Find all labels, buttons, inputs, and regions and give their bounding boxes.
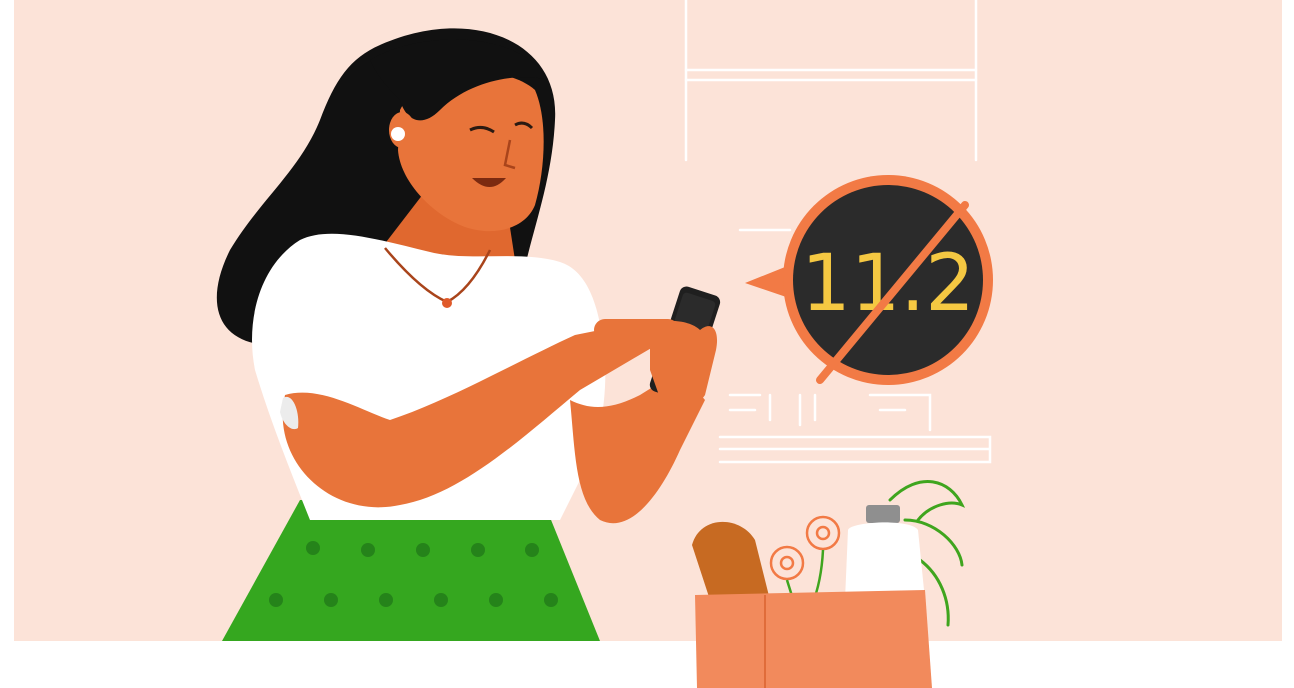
necklace-pendant <box>442 298 452 308</box>
illustration-canvas: 11.2 <box>14 0 1282 688</box>
glucose-reading-illustration: 11.2 <box>0 0 1294 688</box>
earring <box>391 127 405 141</box>
grocery-bag <box>695 590 932 688</box>
glucose-reading-value: 11.2 <box>801 239 975 329</box>
